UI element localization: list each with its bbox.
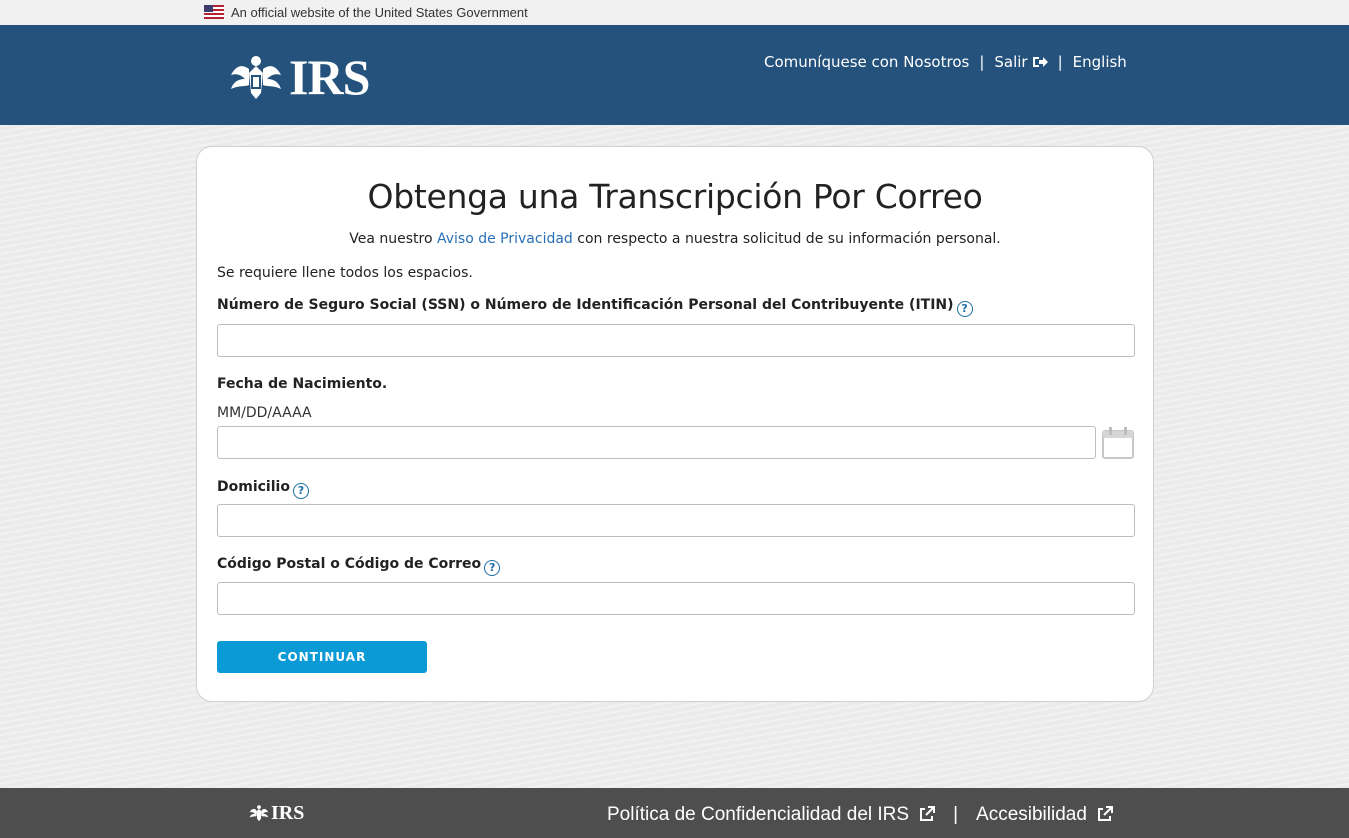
irs-wordmark: IRS: [289, 49, 370, 105]
header-nav: Comuníquese con Nosotros | Salir | Engli…: [764, 53, 1127, 71]
help-icon[interactable]: ?: [956, 301, 973, 317]
privacy-prefix: Vea nuestro: [349, 231, 437, 247]
external-link-icon: [1097, 806, 1113, 821]
site-header: IRS Comuníquese con Nosotros | Salir | E…: [0, 25, 1349, 125]
form-card: Obtenga una Transcripción Por Correo Vea…: [196, 146, 1154, 702]
irs-logo[interactable]: IRS: [229, 49, 370, 105]
address-label-text: Domicilio: [217, 479, 290, 495]
ssn-label-text: Número de Seguro Social (SSN) o Número d…: [217, 297, 954, 313]
dob-format-hint: MM/DD/AAAA: [217, 405, 312, 421]
help-icon[interactable]: ?: [292, 483, 309, 499]
footer-accessibility-label: Accesibilidad: [976, 804, 1087, 825]
postal-label: Código Postal o Código de Correo?: [217, 556, 501, 576]
privacy-suffix: con respecto a nuestra solicitud de su i…: [572, 231, 1001, 247]
nav-exit-label: Salir: [994, 53, 1028, 71]
footer-privacy-label: Política de Confidencialidad del IRS: [607, 804, 910, 825]
footer-irs-logo[interactable]: IRS: [249, 802, 305, 824]
gov-banner-text: An official website of the United States…: [231, 5, 528, 20]
footer-accessibility-link[interactable]: Accesibilidad: [976, 804, 1113, 826]
continue-button[interactable]: CONTINUAR: [217, 641, 427, 673]
address-input[interactable]: [217, 504, 1135, 537]
us-flag-icon: [204, 5, 224, 19]
address-label: Domicilio?: [217, 479, 309, 499]
ssn-label: Número de Seguro Social (SSN) o Número d…: [217, 297, 973, 317]
sign-out-icon: [1032, 57, 1048, 67]
privacy-notice: Vea nuestro Aviso de Privacidad con resp…: [197, 231, 1153, 247]
help-icon[interactable]: ?: [484, 560, 501, 576]
nav-separator: |: [1057, 53, 1063, 71]
irs-eagle-icon: [249, 805, 269, 822]
external-link-icon: [920, 806, 936, 821]
postal-code-input[interactable]: [217, 582, 1135, 615]
required-note: Se requiere llene todos los espacios.: [217, 265, 473, 281]
gov-banner: An official website of the United States…: [0, 0, 1349, 25]
footer-privacy-link[interactable]: Política de Confidencialidad del IRS: [607, 804, 936, 826]
nav-exit-link[interactable]: Salir: [994, 53, 1048, 71]
page-title: Obtenga una Transcripción Por Correo: [367, 177, 983, 216]
footer-irs-wordmark: IRS: [271, 802, 305, 824]
nav-contact-link[interactable]: Comuníquese con Nosotros: [764, 53, 969, 71]
dob-label: Fecha de Nacimiento.: [217, 376, 388, 392]
calendar-icon[interactable]: [1101, 426, 1135, 460]
site-footer: IRS Política de Confidencialidad del IRS…: [0, 788, 1349, 838]
dob-input[interactable]: [217, 426, 1096, 459]
postal-label-text: Código Postal o Código de Correo: [217, 556, 482, 572]
ssn-input[interactable]: [217, 324, 1135, 357]
footer-links: Política de Confidencialidad del IRS | A…: [607, 804, 1113, 826]
nav-separator: |: [979, 53, 985, 71]
privacy-link[interactable]: Aviso de Privacidad: [437, 231, 573, 247]
irs-eagle-icon: [231, 56, 281, 99]
footer-separator: |: [953, 804, 959, 825]
nav-english-link[interactable]: English: [1073, 53, 1127, 71]
